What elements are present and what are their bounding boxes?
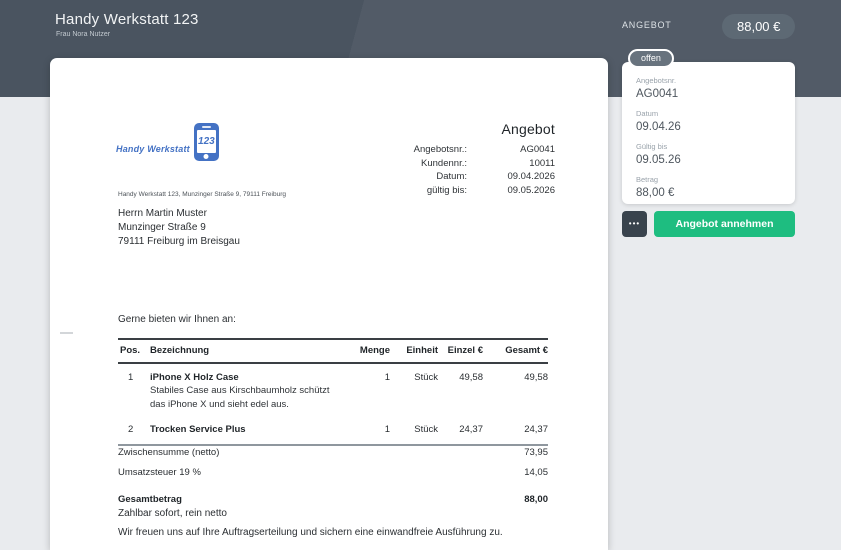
item-pos: 2 (118, 416, 150, 445)
intro-text: Gerne bieten wir Ihnen an: (118, 314, 236, 325)
item-name: Trocken Service Plus (150, 424, 340, 435)
offer-info-card: Angebotsnr. AG0041 Datum 09.04.26 Gültig… (622, 62, 795, 204)
doc-type-label: ANGEBOT (622, 20, 672, 30)
tax-row: Umsatzsteuer 19 % 14,05 (118, 462, 548, 482)
field-value: 88,00 € (636, 186, 781, 201)
meta-row: Kundennr.: 10011 (414, 157, 555, 171)
phone-logo-icon: 123 (194, 123, 219, 161)
meta-label: Kundennr.: (421, 157, 467, 171)
account-subtitle: Frau Nora Nutzer (56, 31, 110, 38)
field-value: 09.04.26 (636, 120, 781, 135)
info-field: Gültig bis 09.05.26 (636, 142, 781, 168)
grand-total-label: Gesamtbetrag (118, 494, 182, 505)
accept-offer-button[interactable]: Angebot annehmen (654, 211, 795, 237)
subtotal-row: Zwischensumme (netto) 73,95 (118, 442, 548, 462)
field-value: 09.05.26 (636, 153, 781, 168)
col-unit-price: Einzel € (438, 339, 483, 363)
meta-value: 09.05.2026 (467, 184, 555, 198)
grand-total-value: 88,00 (524, 494, 548, 505)
recipient-line: Munzinger Straße 9 (118, 221, 240, 235)
item-pos: 1 (118, 363, 150, 416)
col-pos: Pos. (118, 339, 150, 363)
status-badge: offen (628, 49, 674, 68)
document-title: Angebot (501, 121, 555, 137)
meta-value: 09.04.2026 (467, 170, 555, 184)
closing-line: Wir freuen uns auf Ihre Auftragserteilun… (118, 527, 503, 538)
col-name: Bezeichnung (150, 339, 340, 363)
item-total: 49,58 (483, 363, 548, 416)
sender-line: Handy Werkstatt 123, Munzinger Straße 9,… (118, 191, 286, 198)
field-label: Angebotsnr. (636, 76, 781, 86)
table-row: 1 iPhone X Holz Case Stabiles Case aus K… (118, 363, 548, 416)
item-unit: Stück (390, 416, 438, 445)
grand-total-row: Gesamtbetrag 88,00 (118, 489, 548, 509)
items-table: Pos. Bezeichnung Menge Einheit Einzel € … (118, 338, 548, 446)
meta-label: gültig bis: (427, 184, 467, 198)
meta-row: gültig bis: 09.05.2026 (414, 184, 555, 198)
item-name: iPhone X Holz Case (150, 372, 340, 383)
meta-row: Angebotsnr.: AG0041 (414, 143, 555, 157)
action-buttons: ••• Angebot annehmen (622, 211, 795, 237)
company-logo: Handy Werkstatt 123 (116, 123, 219, 161)
meta-value: AG0041 (467, 143, 555, 157)
item-unit-price: 49,58 (438, 363, 483, 416)
recipient-line: Herrn Martin Muster (118, 207, 240, 221)
item-unit-price: 24,37 (438, 416, 483, 445)
item-qty: 1 (340, 363, 390, 416)
col-qty: Menge (340, 339, 390, 363)
recipient-line: 79111 Freiburg im Breisgau (118, 235, 240, 249)
tax-value: 14,05 (524, 467, 548, 478)
meta-row: Datum: 09.04.2026 (414, 170, 555, 184)
phone-home-button (204, 154, 209, 159)
more-options-button[interactable]: ••• (622, 211, 647, 237)
meta-label: Datum: (436, 170, 467, 184)
payment-terms: Zahlbar sofort, rein netto (118, 508, 503, 519)
logo-number: 123 (198, 136, 215, 147)
item-unit: Stück (390, 363, 438, 416)
subtotal-label: Zwischensumme (netto) (118, 447, 219, 458)
account-title: Handy Werkstatt 123 (55, 11, 199, 28)
field-label: Gültig bis (636, 142, 781, 152)
tax-label: Umsatzsteuer 19 % (118, 467, 201, 478)
col-total: Gesamt € (483, 339, 548, 363)
field-label: Betrag (636, 175, 781, 185)
info-field: Datum 09.04.26 (636, 109, 781, 135)
item-qty: 1 (340, 416, 390, 445)
document-preview: Handy Werkstatt 123 Angebot Angebotsnr.:… (50, 58, 608, 550)
item-total: 24,37 (483, 416, 548, 445)
table-row: 2 Trocken Service Plus 1 Stück 24,37 24,… (118, 416, 548, 445)
table-header-row: Pos. Bezeichnung Menge Einheit Einzel € … (118, 339, 548, 363)
phone-speaker (202, 126, 211, 128)
phone-screen: 123 (197, 130, 216, 153)
ellipsis-icon: ••• (629, 220, 640, 228)
fold-mark (60, 332, 73, 334)
amount-badge: 88,00 € (722, 14, 795, 39)
recipient-address: Herrn Martin Muster Munzinger Straße 9 7… (118, 207, 240, 249)
field-label: Datum (636, 109, 781, 119)
app-root: Handy Werkstatt 123 Frau Nora Nutzer ANG… (0, 0, 841, 550)
subtotal-value: 73,95 (524, 447, 548, 458)
meta-value: 10011 (467, 157, 555, 171)
logo-text: Handy Werkstatt (116, 130, 190, 154)
item-description: Stabiles Case aus Kirschbaumholz schützt… (150, 384, 340, 411)
info-field: Angebotsnr. AG0041 (636, 76, 781, 102)
totals-section: Zwischensumme (netto) 73,95 Umsatzsteuer… (118, 442, 548, 509)
document-meta: Angebotsnr.: AG0041 Kundennr.: 10011 Dat… (414, 143, 555, 197)
meta-label: Angebotsnr.: (414, 143, 467, 157)
col-unit: Einheit (390, 339, 438, 363)
field-value: AG0041 (636, 87, 781, 102)
document-footer: Zahlbar sofort, rein netto Wir freuen un… (118, 508, 503, 546)
info-field: Betrag 88,00 € (636, 175, 781, 201)
